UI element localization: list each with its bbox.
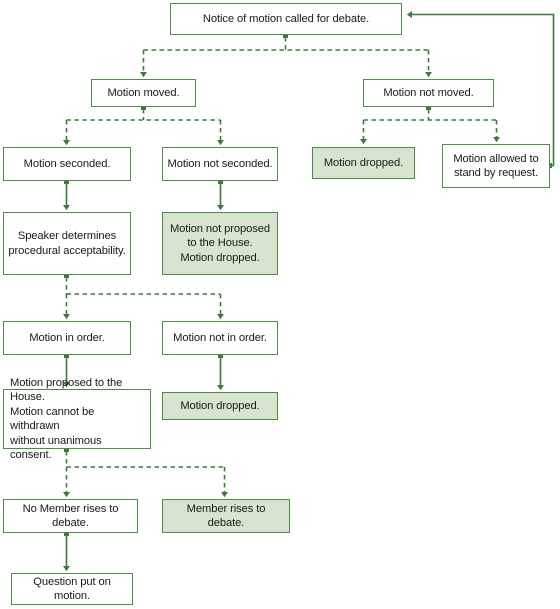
node-speaker-determines[interactable]: Speaker determines procedural acceptabil… <box>3 212 131 275</box>
node-label: Motion allowed to stand by request. <box>453 152 539 180</box>
connector-moved-split <box>62 105 225 146</box>
node-no-member-rises[interactable]: No Member rises to debate. <box>3 499 138 533</box>
node-label: Member rises to debate. <box>186 502 266 530</box>
node-motion-not-proposed[interactable]: Motion not proposed to the House. Motion… <box>162 212 278 275</box>
node-label: Motion dropped. <box>180 399 260 412</box>
node-question-put[interactable]: Question put on motion. <box>11 573 133 605</box>
flowchart-canvas: Notice of motion called for debate. Moti… <box>0 0 560 609</box>
connector-seconded-to-speaker <box>62 179 71 211</box>
node-label: Speaker determines procedural acceptabil… <box>8 230 126 257</box>
node-motion-not-moved[interactable]: Motion not moved. <box>363 79 494 107</box>
node-label: Motion seconded. <box>23 157 111 170</box>
node-label: Question put on motion. <box>33 575 111 603</box>
node-motion-dropped-top[interactable]: Motion dropped. <box>312 147 415 179</box>
node-label: No Member rises to debate. <box>22 502 119 530</box>
node-motion-moved[interactable]: Motion moved. <box>91 79 196 107</box>
connector-speaker-split <box>62 273 225 320</box>
connector-notseconded-to-notproposed <box>216 179 225 211</box>
node-label: Motion not in order. <box>173 331 267 344</box>
node-label: Motion proposed to the House. Motion can… <box>10 376 123 462</box>
node-label: Motion not moved. <box>383 86 474 99</box>
node-motion-not-in-order[interactable]: Motion not in order. <box>162 321 278 355</box>
node-motion-allowed-to-stand[interactable]: Motion allowed to stand by request. <box>442 144 550 188</box>
node-motion-seconded[interactable]: Motion seconded. <box>3 147 131 181</box>
node-notice[interactable]: Notice of motion called for debate. <box>170 3 402 35</box>
node-label: Notice of motion called for debate. <box>202 12 370 25</box>
node-motion-in-order[interactable]: Motion in order. <box>3 321 131 355</box>
node-label: Motion dropped. <box>323 156 404 169</box>
node-member-rises[interactable]: Member rises to debate. <box>162 499 290 533</box>
connector-nomember-to-question <box>62 531 71 572</box>
node-label: Motion moved. <box>107 86 180 99</box>
connector-notinorder-to-dropped <box>216 353 225 391</box>
connector-notmoved-split <box>359 105 501 145</box>
node-motion-not-seconded[interactable]: Motion not seconded. <box>162 147 278 181</box>
node-label: Motion not proposed to the House. Motion… <box>169 222 271 264</box>
node-label: Motion in order. <box>29 331 105 344</box>
node-label: Motion not seconded. <box>167 157 273 170</box>
node-motion-proposed-to-house[interactable]: Motion proposed to the House. Motion can… <box>3 377 151 461</box>
connector-notice-split <box>139 33 433 78</box>
node-motion-dropped-mid[interactable]: Motion dropped. <box>162 392 278 420</box>
